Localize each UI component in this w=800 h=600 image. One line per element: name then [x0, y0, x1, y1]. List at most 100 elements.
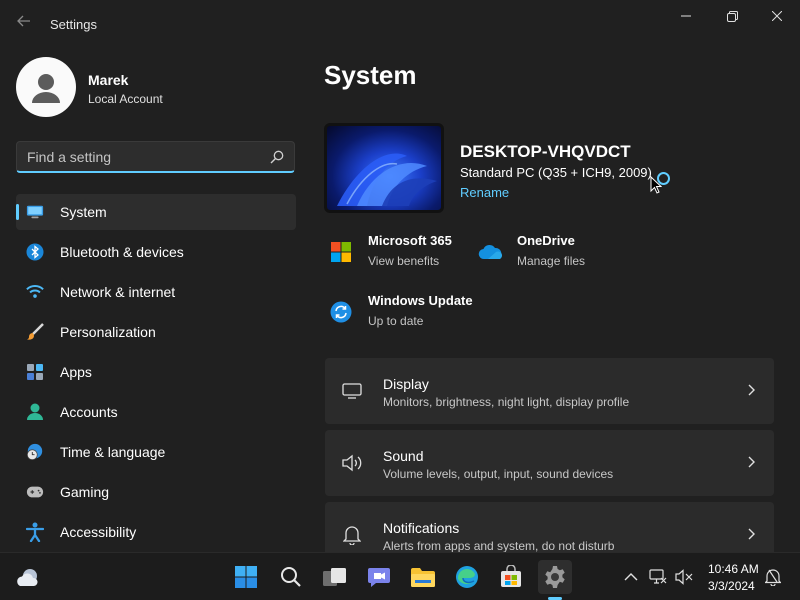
sidebar-item-time-language[interactable]: Time & language — [16, 434, 296, 470]
card-subtitle: Monitors, brightness, night light, displ… — [383, 395, 630, 409]
back-arrow-icon[interactable] — [14, 14, 34, 34]
chevron-right-icon — [748, 384, 755, 396]
sidebar-item-label: Time & language — [60, 444, 166, 460]
start-icon — [235, 566, 257, 588]
display-icon — [341, 380, 363, 402]
search-input[interactable] — [17, 142, 257, 172]
chevron-right-icon — [748, 456, 755, 468]
sidebar-item-gaming[interactable]: Gaming — [16, 474, 296, 510]
store-icon — [501, 565, 521, 587]
device-model: Standard PC (Q35 + ICH9, 2009) — [460, 165, 652, 180]
chevron-up-icon — [624, 573, 638, 581]
notification-center-button[interactable] — [764, 568, 782, 586]
avatar[interactable] — [16, 57, 76, 117]
clock-date[interactable]: 3/3/2024 — [708, 579, 755, 593]
file-explorer-icon — [411, 568, 435, 587]
sidebar-item-apps[interactable]: Apps — [16, 354, 296, 390]
clock-time[interactable]: 10:46 AM — [708, 562, 759, 576]
sidebar-item-label: Network & internet — [60, 284, 176, 300]
person-icon — [32, 74, 60, 103]
close-button[interactable] — [754, 0, 800, 32]
restore-button[interactable] — [709, 0, 755, 32]
card-subtitle: Volume levels, output, input, sound devi… — [383, 467, 614, 481]
tile-subtitle: View benefits — [368, 254, 440, 268]
tile-subtitle: Manage files — [517, 254, 586, 268]
settings-app-button[interactable] — [538, 560, 572, 594]
search-icon — [281, 567, 301, 587]
sidebar-item-label: Accessibility — [60, 524, 137, 540]
start-button[interactable] — [229, 560, 263, 594]
apps-icon — [26, 363, 44, 381]
speaker-icon — [341, 452, 363, 474]
window-title: Settings — [50, 17, 97, 32]
minimize-icon — [681, 15, 691, 17]
bell-icon — [765, 569, 781, 586]
weather-widget-button[interactable] — [12, 560, 46, 594]
tile-title: Microsoft 365 — [368, 233, 452, 248]
sidebar-item-bluetooth[interactable]: Bluetooth & devices — [16, 234, 296, 270]
windows-bloom-image — [337, 153, 437, 206]
device-name: DESKTOP-VHQVDCT — [460, 142, 631, 161]
chevron-right-icon — [748, 528, 755, 540]
card-notifications[interactable]: Notifications Alerts from apps and syste… — [325, 502, 774, 553]
tile-onedrive[interactable]: OneDrive Manage files — [473, 229, 613, 275]
card-title: Display — [383, 376, 429, 392]
restore-icon — [726, 10, 738, 22]
wifi-icon — [26, 283, 44, 301]
teams-chat-button[interactable] — [362, 560, 396, 594]
windows-update-icon — [324, 295, 358, 329]
tile-microsoft-365[interactable]: Microsoft 365 View benefits — [324, 229, 469, 275]
taskbar-search-button[interactable] — [274, 560, 308, 594]
show-hidden-icons-button[interactable] — [622, 568, 640, 586]
accessibility-icon — [26, 522, 44, 542]
sidebar-item-accounts[interactable]: Accounts — [16, 394, 296, 430]
network-icon — [649, 569, 667, 584]
sidebar-item-label: Bluetooth & devices — [60, 244, 184, 260]
account-type: Local Account — [88, 92, 163, 106]
sidebar-item-personalization[interactable]: Personalization — [16, 314, 296, 350]
edge-button[interactable] — [450, 560, 484, 594]
search-icon[interactable] — [270, 150, 284, 164]
bluetooth-icon — [26, 243, 44, 261]
minimize-button[interactable] — [663, 0, 709, 32]
card-title: Notifications — [383, 520, 460, 536]
weather-icon — [17, 569, 38, 586]
page-title: System — [324, 60, 417, 90]
network-status-button[interactable] — [649, 568, 667, 586]
search-box[interactable] — [16, 141, 295, 173]
store-button[interactable] — [494, 560, 528, 594]
sidebar-item-label: System — [60, 204, 107, 220]
edge-icon — [456, 566, 478, 588]
sidebar-item-network[interactable]: Network & internet — [16, 274, 296, 310]
close-icon — [772, 11, 782, 21]
volume-button[interactable] — [675, 568, 693, 586]
teams-chat-icon — [368, 568, 390, 587]
bell-icon — [341, 524, 363, 546]
sidebar-item-system[interactable]: System — [16, 194, 296, 230]
sidebar-item-label: Accounts — [60, 404, 118, 420]
file-explorer-button[interactable] — [406, 560, 440, 594]
mouse-pointer-icon — [650, 176, 662, 194]
brush-icon — [26, 323, 44, 341]
globe-clock-icon — [26, 443, 44, 461]
sidebar-item-accessibility[interactable]: Accessibility — [16, 514, 296, 550]
rename-link[interactable]: Rename — [460, 185, 509, 200]
card-display[interactable]: Display Monitors, brightness, night ligh… — [325, 358, 774, 424]
tile-title: OneDrive — [517, 233, 575, 248]
sidebar-item-label: Gaming — [60, 484, 110, 500]
tile-subtitle: Up to date — [368, 314, 424, 328]
person-icon — [26, 403, 44, 421]
onedrive-icon — [473, 235, 507, 269]
user-name: Marek — [88, 72, 129, 88]
task-view-button[interactable] — [318, 560, 352, 594]
card-sound[interactable]: Sound Volume levels, output, input, soun… — [325, 430, 774, 496]
monitor-icon — [26, 203, 44, 221]
card-subtitle: Alerts from apps and system, do not dist… — [383, 539, 615, 553]
sidebar-item-label: Personalization — [60, 324, 156, 340]
sidebar-item-label: Apps — [60, 364, 92, 380]
tile-title: Windows Update — [368, 293, 473, 308]
task-view-icon — [323, 568, 346, 586]
speaker-muted-icon — [675, 569, 693, 585]
tile-windows-update[interactable]: Windows Update Up to date — [324, 289, 484, 335]
microsoft-365-icon — [324, 235, 358, 269]
